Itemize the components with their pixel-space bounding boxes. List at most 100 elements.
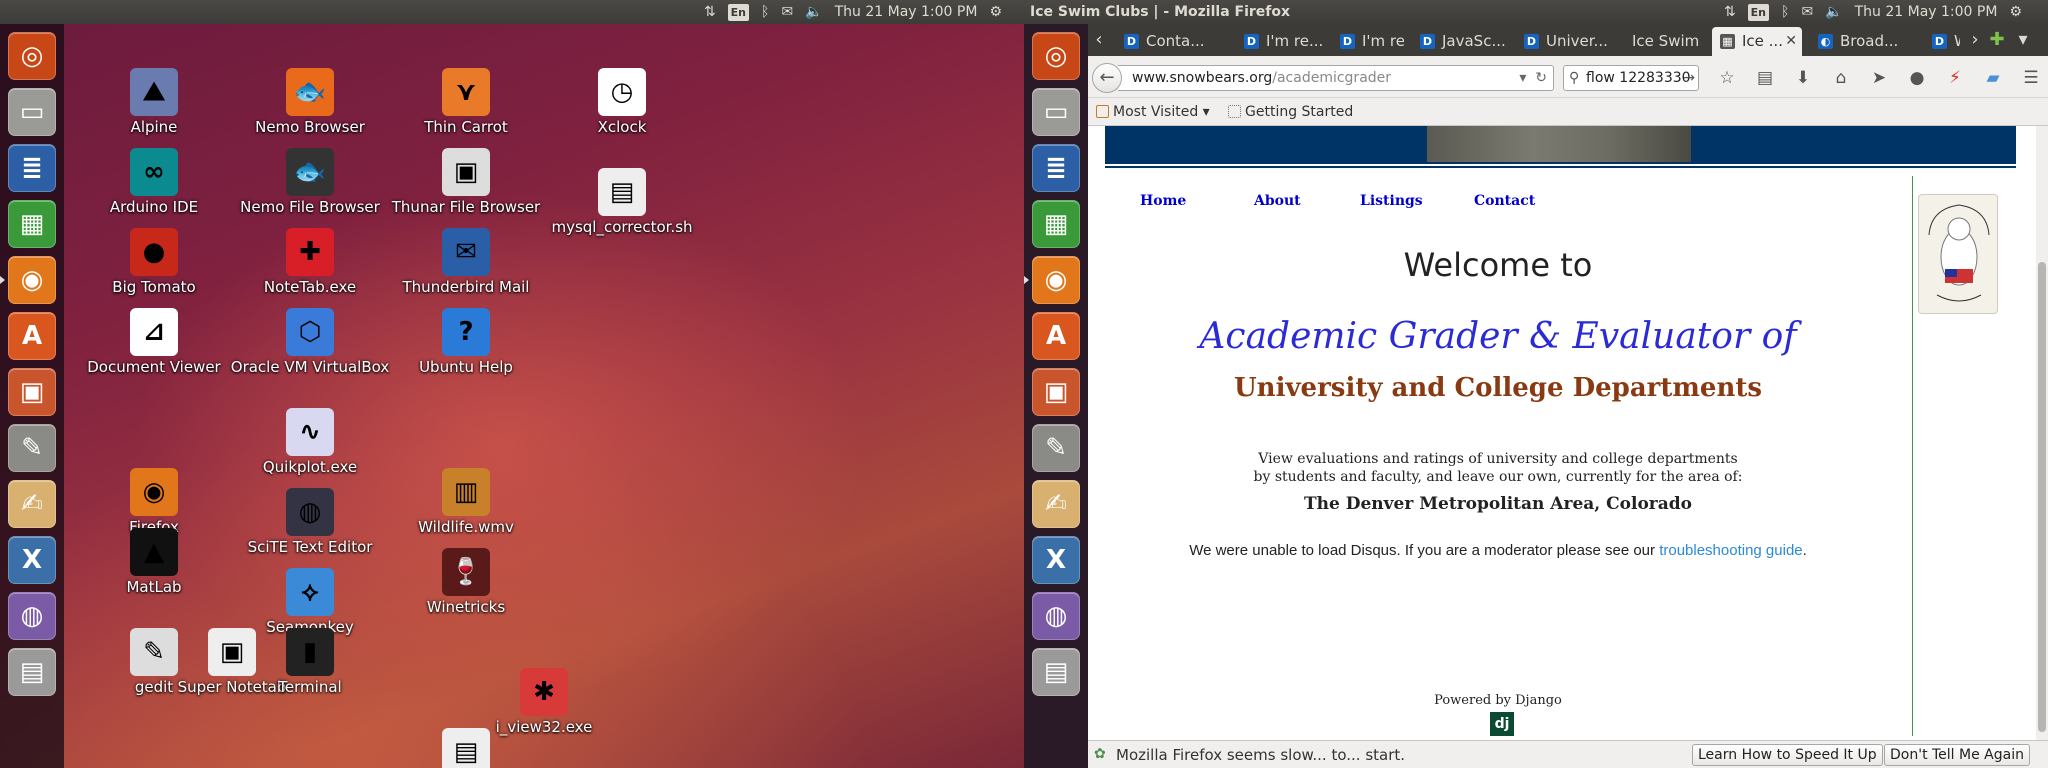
django-logo[interactable]: dj — [1490, 712, 1514, 736]
desktop-icon[interactable]: ▤ mysql_corrector.sh — [542, 168, 702, 236]
chat-icon[interactable]: ● — [1906, 67, 1928, 89]
desktop-icon[interactable]: ⟡ Seamonkey — [230, 568, 390, 636]
mail-icon[interactable]: ✉ — [781, 0, 793, 24]
app-icon[interactable]: ◍ — [8, 592, 56, 640]
system-settings-icon[interactable]: ✎ — [1032, 424, 1080, 472]
desktop-icon[interactable]: ⛰ Alpine — [74, 68, 234, 136]
impress-icon[interactable]: ▣ — [8, 368, 56, 416]
url-bar[interactable]: www.snowbears.org/academicgrader ▾ ↻ — [1118, 65, 1554, 91]
files-icon[interactable]: ▭ — [8, 88, 56, 136]
clock[interactable]: Thu 21 May 1:00 PM — [835, 0, 978, 24]
xfe-icon[interactable]: X — [8, 536, 56, 584]
nav-contact-link[interactable]: Contact — [1474, 193, 1535, 209]
writer-icon[interactable]: ≣ — [8, 144, 56, 192]
volume-icon[interactable]: 🔈 — [805, 0, 822, 24]
nav-listings-link[interactable]: Listings — [1360, 193, 1423, 209]
desktop-icon[interactable]: ⊿ Document Viewer — [74, 308, 234, 376]
desktop-icon[interactable]: 🍷 Winetricks — [386, 548, 546, 616]
desktop-icon[interactable]: ✱ i_view32.exe — [464, 668, 624, 736]
network-icon[interactable]: ⇅ — [704, 0, 716, 24]
scrollbar-thumb[interactable] — [2038, 262, 2046, 732]
download-icon[interactable]: ⬇ — [1792, 67, 1814, 89]
gear-icon[interactable]: ⚙ — [2009, 0, 2022, 24]
search-bar[interactable]: ⚲ flow 12283330 → — [1563, 65, 1699, 91]
tab[interactable]: Ice Swim ... — [1624, 27, 1704, 56]
desktop-icon[interactable]: ▮ Terminal — [230, 628, 390, 696]
volume-icon[interactable]: 🔈 — [1825, 0, 1842, 24]
tab[interactable]: D I'm re... — [1332, 27, 1404, 56]
dropdown-icon[interactable]: ▾ — [1519, 70, 1526, 86]
files-icon[interactable]: ▭ — [1032, 88, 1080, 136]
desktop-icon[interactable]: ● Big Tomato — [74, 228, 234, 296]
tab[interactable]: ▦ Ice ... ✕ — [1712, 27, 1802, 56]
bookmark-star-icon[interactable]: ☆ — [1716, 67, 1738, 89]
page-scrollbar[interactable] — [2036, 126, 2048, 740]
text-editor-icon[interactable]: ✍ — [8, 480, 56, 528]
desktop-icon[interactable]: ✉ Thunderbird Mail — [386, 228, 546, 296]
stack-icon[interactable]: ▤ — [1032, 648, 1080, 696]
share-icon[interactable]: ➤ — [1868, 67, 1890, 89]
tab-list-icon[interactable]: ▾ — [2012, 27, 2034, 53]
desktop-icon[interactable]: ✚ NoteTab.exe — [230, 228, 390, 296]
desktop-icon[interactable]: 🐟 Nemo Browser — [230, 68, 390, 136]
bluetooth-icon[interactable]: ᛒ — [1781, 0, 1789, 24]
tab-scroll-right-icon[interactable]: › — [1964, 27, 1986, 53]
desktop-icon[interactable]: ∞ Arduino IDE — [74, 148, 234, 216]
desktop-icon[interactable]: ⬡ Oracle VM VirtualBox — [230, 308, 390, 376]
text-editor-icon[interactable]: ✍ — [1032, 480, 1080, 528]
tab[interactable]: D Conta... — [1116, 27, 1226, 56]
firefox-icon[interactable]: ◉ — [1032, 256, 1080, 304]
nav-home-link[interactable]: Home — [1140, 193, 1186, 209]
search-go-icon[interactable]: → — [1683, 66, 1695, 90]
calc-icon[interactable]: ▦ — [8, 200, 56, 248]
dont-tell-button[interactable]: Don't Tell Me Again — [1884, 744, 2030, 766]
troubleshooting-link[interactable]: troubleshooting guide — [1659, 542, 1802, 559]
bookmark-getting-started[interactable]: Getting Started — [1228, 98, 1353, 126]
desktop-icon[interactable]: ◉ Firefox — [74, 468, 234, 536]
addon-icon[interactable]: ⚡ — [1944, 67, 1966, 89]
bluetooth-icon[interactable]: ᛒ — [761, 0, 769, 24]
new-tab-icon[interactable]: ✚ — [1986, 27, 2008, 53]
desktop-icon[interactable]: 🐟 Nemo File Browser — [230, 148, 390, 216]
firefox-icon[interactable]: ◉ — [8, 256, 56, 304]
desktop-icon[interactable]: ∿ Quikplot.exe — [230, 408, 390, 476]
tab[interactable]: D Univer... — [1516, 27, 1616, 56]
back-button[interactable]: ← — [1092, 63, 1122, 93]
desktop-icon[interactable]: ▣ Thunar File Browser — [386, 148, 546, 216]
ubuntu-dash-icon[interactable]: ◎ — [1032, 32, 1080, 80]
xfe-icon[interactable]: X — [1032, 536, 1080, 584]
tab[interactable]: D JavaSc... — [1412, 27, 1508, 56]
gear-icon[interactable]: ⚙ — [989, 0, 1002, 24]
menu-icon[interactable]: ☰ — [2020, 67, 2042, 89]
stack-icon[interactable]: ▤ — [8, 648, 56, 696]
reload-icon[interactable]: ↻ — [1535, 70, 1547, 86]
clock[interactable]: Thu 21 May 1:00 PM — [1855, 0, 1998, 24]
bookmark-most-visited[interactable]: Most Visited ▾ — [1096, 98, 1210, 126]
app-icon[interactable]: ◍ — [1032, 592, 1080, 640]
desktop-icon[interactable]: ◷ Xclock — [542, 68, 702, 136]
writer-icon[interactable]: ≣ — [1032, 144, 1080, 192]
ubuntu-dash-icon[interactable]: ◎ — [8, 32, 56, 80]
tab[interactable]: DW — [1924, 27, 1960, 56]
impress-icon[interactable]: ▣ — [1032, 368, 1080, 416]
tab-scroll-left-icon[interactable]: ‹ — [1088, 27, 1110, 53]
tab[interactable]: ◐ Broad... — [1810, 27, 1916, 56]
close-tab-icon[interactable]: ✕ — [1785, 27, 1797, 56]
tab[interactable]: D I'm re... — [1236, 27, 1324, 56]
bookmarks-menu-icon[interactable]: ▤ — [1754, 67, 1776, 89]
system-settings-icon[interactable]: ✎ — [8, 424, 56, 472]
software-center-icon[interactable]: A — [1032, 312, 1080, 360]
keyboard-layout-indicator[interactable]: En — [727, 3, 750, 21]
desktop-icon[interactable]: ▥ Wildlife.wmv — [386, 468, 546, 536]
calc-icon[interactable]: ▦ — [1032, 200, 1080, 248]
software-center-icon[interactable]: A — [8, 312, 56, 360]
network-icon[interactable]: ⇅ — [1724, 0, 1736, 24]
keyboard-layout-indicator[interactable]: En — [1747, 3, 1770, 21]
learn-speed-button[interactable]: Learn How to Speed It Up — [1692, 744, 1883, 766]
nav-about-link[interactable]: About — [1254, 193, 1301, 209]
desktop-icon[interactable]: ? Ubuntu Help — [386, 308, 546, 376]
desktop-icon[interactable]: ▤i_view32.ini — [386, 728, 546, 768]
desktop-icon[interactable]: ⋎ Thin Carrot — [386, 68, 546, 136]
mail-icon[interactable]: ✉ — [1801, 0, 1813, 24]
home-icon[interactable]: ⌂ — [1830, 67, 1852, 89]
